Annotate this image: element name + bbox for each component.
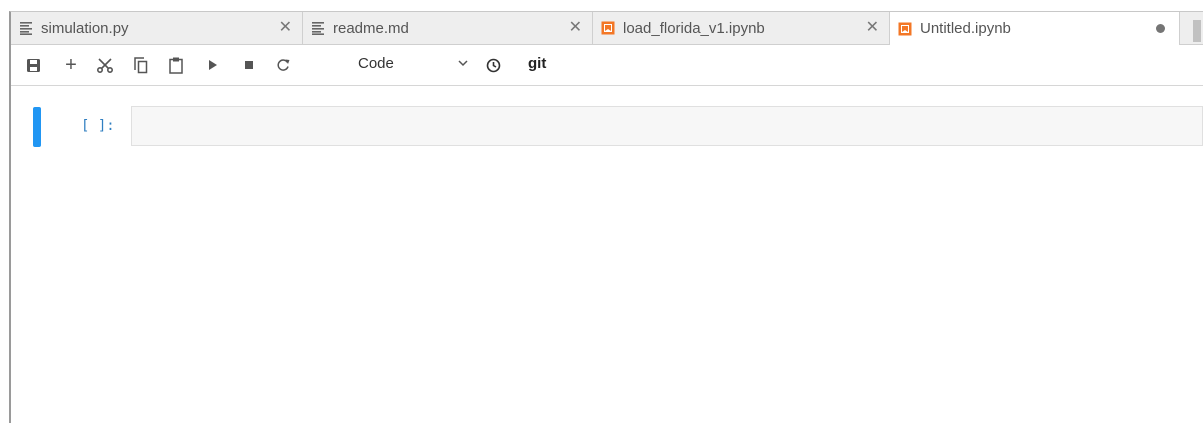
tab-readme-md[interactable]: readme.md ✕ xyxy=(303,12,593,44)
close-icon[interactable]: ✕ xyxy=(569,19,582,37)
notebook-toolbar: + Code git xyxy=(11,45,1203,86)
notebook-icon xyxy=(601,21,615,35)
cell-type-label: Code xyxy=(358,55,394,72)
code-cell-input[interactable] xyxy=(131,106,1203,146)
text-file-icon xyxy=(19,21,33,35)
save-icon[interactable] xyxy=(23,55,43,75)
tab-bar: simulation.py ✕ readme.md ✕ load_florida… xyxy=(11,12,1203,45)
git-button[interactable]: git xyxy=(528,55,546,72)
text-file-icon xyxy=(311,21,325,35)
input-prompt: [ ]: xyxy=(81,118,115,134)
notebook-icon xyxy=(898,22,912,36)
unsaved-dot-icon[interactable] xyxy=(1156,24,1165,33)
active-cell-indicator xyxy=(33,107,41,147)
notebook-window: simulation.py ✕ readme.md ✕ load_florida… xyxy=(9,11,1203,423)
plus-icon[interactable]: + xyxy=(61,54,81,76)
restart-icon[interactable] xyxy=(273,55,293,75)
copy-icon[interactable] xyxy=(131,55,151,75)
tab-label: Untitled.ipynb xyxy=(920,20,1011,37)
tab-load-florida-ipynb[interactable]: load_florida_v1.ipynb ✕ xyxy=(593,12,890,44)
stop-icon[interactable] xyxy=(239,55,259,75)
tab-label: readme.md xyxy=(333,19,409,37)
tab-untitled-ipynb[interactable]: Untitled.ipynb xyxy=(890,12,1180,45)
tab-label: simulation.py xyxy=(41,19,129,37)
cell-type-dropdown[interactable]: Code xyxy=(356,54,470,76)
tab-label: load_florida_v1.ipynb xyxy=(623,19,765,37)
tab-scroll-handle[interactable] xyxy=(1193,20,1201,42)
paste-icon[interactable] xyxy=(166,55,186,75)
close-icon[interactable]: ✕ xyxy=(279,19,292,37)
clock-icon[interactable] xyxy=(483,55,503,75)
tab-simulation-py[interactable]: simulation.py ✕ xyxy=(11,12,303,44)
chevron-down-icon xyxy=(456,56,470,70)
close-icon[interactable]: ✕ xyxy=(866,19,879,37)
cut-icon[interactable] xyxy=(95,55,115,75)
run-icon[interactable] xyxy=(203,55,223,75)
